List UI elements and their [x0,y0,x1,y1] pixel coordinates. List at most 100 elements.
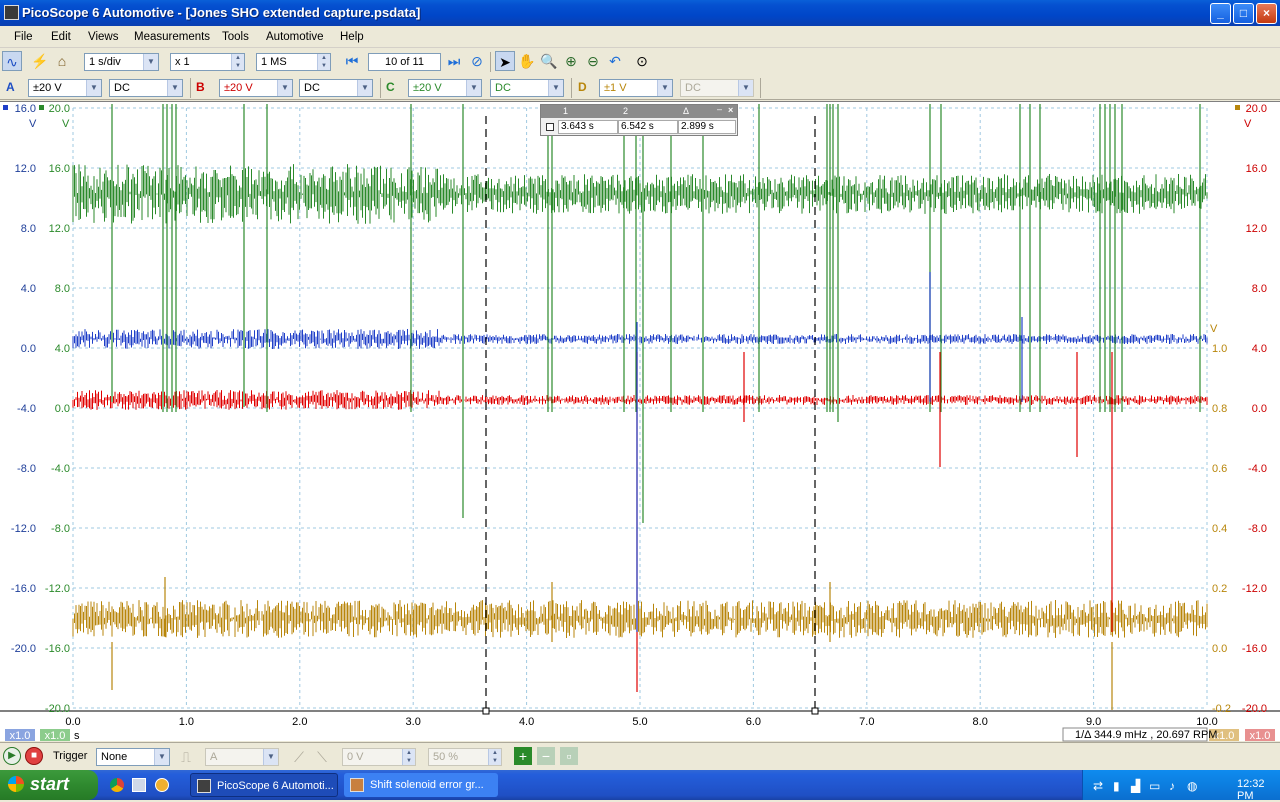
channel-c-coupling-select[interactable]: DC ▼ [490,79,564,97]
start-capture-icon[interactable]: ▶ [3,747,21,765]
channel-b-range-select[interactable]: ±20 V ▼ [219,79,293,97]
menu-bar: File Edit Views Measurements Tools Autom… [0,26,1280,48]
next-buffer-icon[interactable]: ⏭ [444,51,464,71]
menu-automotive[interactable]: Automotive [266,31,324,43]
pre-trigger-stepper[interactable]: 50 % ▲ ▼ [428,748,502,766]
ruler-1-value: 3.643 s [558,120,618,134]
menu-edit[interactable]: Edit [51,31,71,43]
scope-mode-icon[interactable]: ∿ [2,51,22,71]
timebase-select[interactable]: 1 s/div ▼ [84,53,159,71]
stop-capture-icon[interactable]: ■ [25,747,43,765]
app-icon[interactable] [4,5,19,20]
channel-d-range-select[interactable]: ±1 V ▼ [599,79,673,97]
channel-a-marker [3,105,8,110]
time-axis-tick-label: 2.0 [292,716,307,728]
media-player-icon[interactable] [155,778,169,792]
menu-help[interactable]: Help [340,31,364,43]
menu-tools[interactable]: Tools [222,31,249,43]
time-axis-tick-label: 7.0 [859,716,874,728]
axis-c-tick-label: 12.0 [49,223,70,235]
trigger-source-select[interactable]: A ▼ [205,748,279,766]
maximize-button[interactable]: □ [1233,3,1254,24]
battery-icon[interactable]: ▮ [1113,779,1120,793]
axis-c-unit-label: V [62,118,70,130]
start-button[interactable]: start [0,770,98,800]
ruler-legend-header: 1 2 Δ – × [541,104,737,118]
time-ruler-1-handle[interactable] [482,707,490,715]
time-axis-tick-label: 5.0 [632,716,647,728]
chrome-icon[interactable] [110,778,124,792]
desktop-icon[interactable] [132,778,146,792]
axis-c-tick-label: 8.0 [55,283,70,295]
channel-b-label[interactable]: B [196,80,205,94]
axis-d-tick-label: 0.0 [1212,643,1227,655]
trigger-advanced-icon[interactable]: ⎍ [176,747,196,767]
hand-tool-icon[interactable]: ✋ [517,51,537,71]
channel-a-coupling-select[interactable]: DC ▼ [109,79,183,97]
add-measurement-icon[interactable]: + [514,747,532,765]
axis-c-tick-label: -16.0 [45,643,70,655]
buffer-navigator[interactable]: 10 of 11 [368,53,441,71]
axis-d-unit-label: V [1210,323,1218,335]
taskbar-item-picoscope[interactable]: PicoScope 6 Automoti... [190,773,338,797]
ruler-legend[interactable]: 1 2 Δ – × 3.643 s 6.542 s 2.899 s [540,104,738,136]
network-icon[interactable]: ⇄ [1093,779,1103,793]
axis-a-tick-label: -8.0 [17,463,36,475]
pointer-tool-icon[interactable]: ➤ [495,51,515,71]
zoom-window-icon[interactable]: 🔍 [539,51,559,71]
trigger-mode-select[interactable]: None ▼ [96,748,170,766]
taskbar-item-shift-solenoid[interactable]: Shift solenoid error gr... [344,773,498,797]
ruler-minimize-icon[interactable]: – [717,104,722,114]
ruler-close-icon[interactable]: × [728,105,733,115]
scale-badge-c: x1.0 [45,730,66,742]
time-axis-tick-label: 6.0 [746,716,761,728]
zoom-in-icon[interactable]: ⊕ [561,51,581,71]
delete-measurement-icon[interactable]: ▫ [560,747,578,765]
display-icon[interactable]: ▭ [1149,779,1160,793]
channel-a-range-select[interactable]: ±20 V ▼ [28,79,102,97]
undo-zoom-icon[interactable]: ↶ [605,51,625,71]
time-axis-tick-label: 9.0 [1086,716,1101,728]
channel-b-coupling-select[interactable]: DC ▼ [299,79,373,97]
buffer-overview-icon[interactable]: ⊘ [467,51,487,71]
axis-a-tick-label: -12.0 [11,523,36,535]
time-axis-tick-label: 0.0 [65,716,80,728]
zoom-stepper[interactable]: x 1 ▲ ▼ [170,53,245,71]
previous-buffer-icon[interactable]: ⏮ [342,51,362,71]
samples-stepper[interactable]: 1 MS ▲ ▼ [256,53,331,71]
volume-icon[interactable]: ♪ [1169,779,1175,793]
axis-c-tick-label: 16.0 [49,163,70,175]
channel-d-coupling-select[interactable]: DC ▼ [680,79,754,97]
zoom-out-icon[interactable]: ⊖ [583,51,603,71]
time-axis-tick-label: 8.0 [973,716,988,728]
axis-c-tick-label: -20.0 [45,703,70,715]
axis-b-unit-label: V [1244,118,1252,130]
menu-measurements[interactable]: Measurements [134,31,210,43]
security-icon[interactable]: ◍ [1187,779,1197,793]
axis-a-tick-label: 12.0 [15,163,36,175]
time-ruler-2-handle[interactable] [811,707,819,715]
close-button[interactable]: × [1256,3,1277,24]
scope-view[interactable]: 16.0 12.0 8.0 4.0 0.0 -4.0 -8.0 -12.0 -16.0 -20.0… [0,101,1280,742]
falling-edge-icon[interactable]: ⟍ [312,747,332,767]
channel-c-range-select[interactable]: ±20 V ▼ [408,79,482,97]
axis-a-tick-label: -4.0 [17,403,36,415]
zoom-overview-icon[interactable]: ⊙ [632,51,652,71]
toolbar-separator [571,78,572,98]
rising-edge-icon[interactable]: ⟋ [289,747,309,767]
minimize-button[interactable]: _ [1210,3,1231,24]
auto-setup-icon[interactable]: ⚡ [30,51,50,71]
trigger-level-stepper[interactable]: 0 V ▲ ▼ [342,748,416,766]
edit-measurement-icon[interactable]: − [537,747,555,765]
axis-c-tick-label: 4.0 [55,343,70,355]
waveform-plot[interactable]: 16.0 12.0 8.0 4.0 0.0 -4.0 -8.0 -12.0 -16.0 -20.0… [0,102,1280,742]
channel-d-label[interactable]: D [578,80,587,94]
channel-a-label[interactable]: A [6,80,15,94]
channel-c-label[interactable]: C [386,80,395,94]
menu-views[interactable]: Views [88,31,118,43]
axis-d-tick-label: 0.4 [1212,523,1227,535]
home-icon[interactable]: ⌂ [52,51,72,71]
menu-file[interactable]: File [14,31,33,43]
signal-icon[interactable]: ▟ [1131,779,1140,793]
rotation-readout: 1/Δ 344.9 mHz , 20.697 RPM [1075,729,1217,741]
